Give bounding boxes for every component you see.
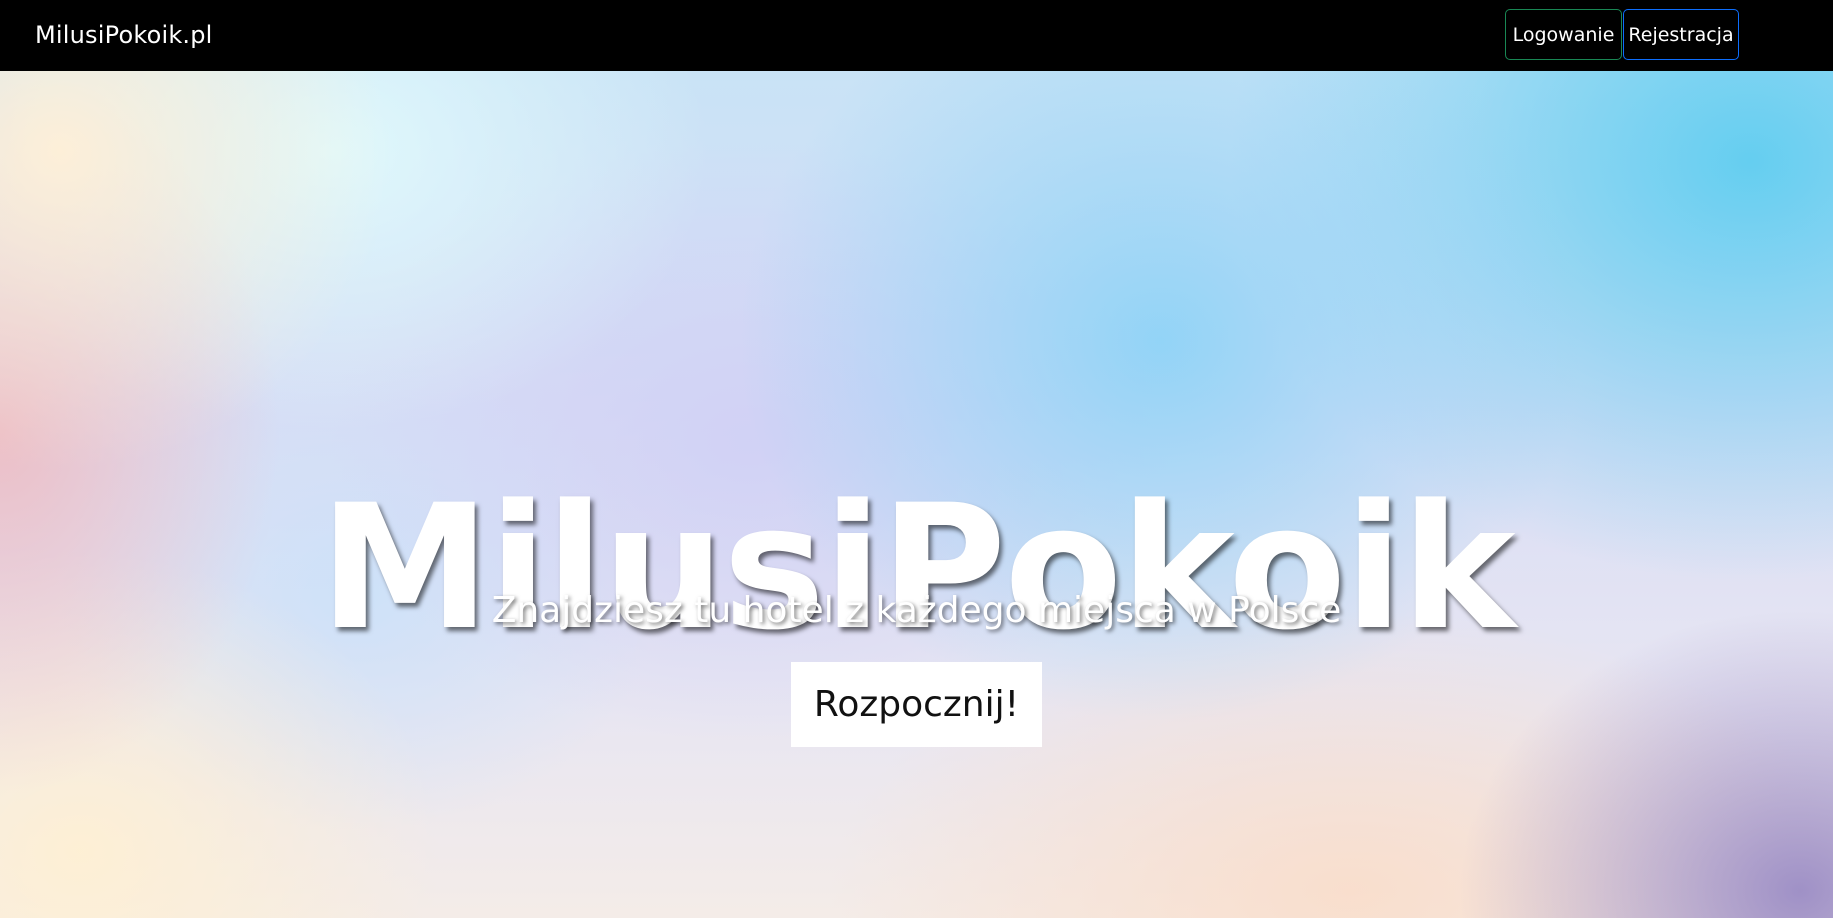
- start-button[interactable]: Rozpocznij!: [791, 662, 1042, 747]
- hero-section: MilusiPokoik Znajdziesz tu hotel z każde…: [0, 71, 1833, 918]
- hero-subtitle: Znajdziesz tu hotel z każdego miejsca w …: [491, 590, 1342, 631]
- login-button[interactable]: Logowanie: [1505, 9, 1622, 60]
- brand-logo-link[interactable]: MilusiPokoik.pl: [35, 0, 213, 71]
- hero-title: MilusiPokoik: [319, 467, 1515, 669]
- top-navbar: MilusiPokoik.pl Logowanie Rejestracja: [0, 0, 1833, 71]
- nav-actions: Logowanie Rejestracja: [1505, 9, 1739, 60]
- register-button[interactable]: Rejestracja: [1623, 9, 1739, 60]
